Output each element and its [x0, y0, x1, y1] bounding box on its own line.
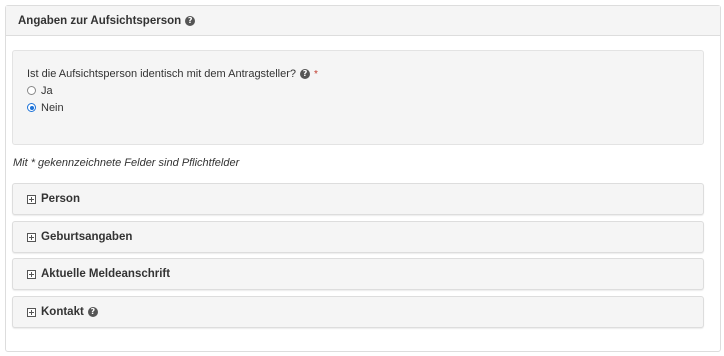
plus-square-icon[interactable] — [27, 232, 36, 242]
plus-square-icon[interactable] — [27, 194, 36, 204]
section-label-geburtsangaben[interactable]: Geburtsangaben — [41, 231, 132, 243]
identity-question-label: Ist die Aufsichtsperson identisch mit de… — [27, 68, 689, 80]
required-marker: * — [314, 68, 318, 80]
plus-square-icon[interactable] — [27, 269, 36, 279]
radio-nein[interactable] — [27, 103, 36, 112]
radio-option-ja[interactable]: Ja — [27, 84, 689, 97]
identity-question-box: Ist die Aufsichtsperson identisch mit de… — [12, 50, 704, 145]
section-geburtsangaben[interactable]: Geburtsangaben — [12, 221, 704, 253]
section-label-kontakt[interactable]: Kontakt — [41, 306, 84, 318]
section-label-meldeanschrift[interactable]: Aktuelle Meldeanschrift — [41, 268, 170, 280]
plus-square-icon[interactable] — [27, 307, 36, 317]
question-circle-icon[interactable]: ? — [87, 307, 98, 317]
required-fields-note: Mit * gekennzeichnete Felder sind Pflich… — [13, 157, 240, 169]
section-kontakt[interactable]: Kontakt ? — [12, 296, 704, 328]
question-text: Ist die Aufsichtsperson identisch mit de… — [27, 68, 297, 80]
section-label-person[interactable]: Person — [41, 193, 80, 205]
panel-heading: Angaben zur Aufsichtsperson ? — [6, 6, 720, 36]
question-circle-icon[interactable]: ? — [300, 69, 311, 79]
radio-ja[interactable] — [27, 86, 36, 95]
radio-label-ja[interactable]: Ja — [41, 85, 53, 97]
section-person[interactable]: Person — [12, 183, 704, 215]
radio-option-nein[interactable]: Nein — [27, 101, 689, 114]
question-circle-icon[interactable]: ? — [185, 15, 196, 26]
panel-title: Angaben zur Aufsichtsperson — [18, 14, 182, 27]
section-meldeanschrift[interactable]: Aktuelle Meldeanschrift — [12, 258, 704, 290]
radio-label-nein[interactable]: Nein — [41, 102, 64, 114]
